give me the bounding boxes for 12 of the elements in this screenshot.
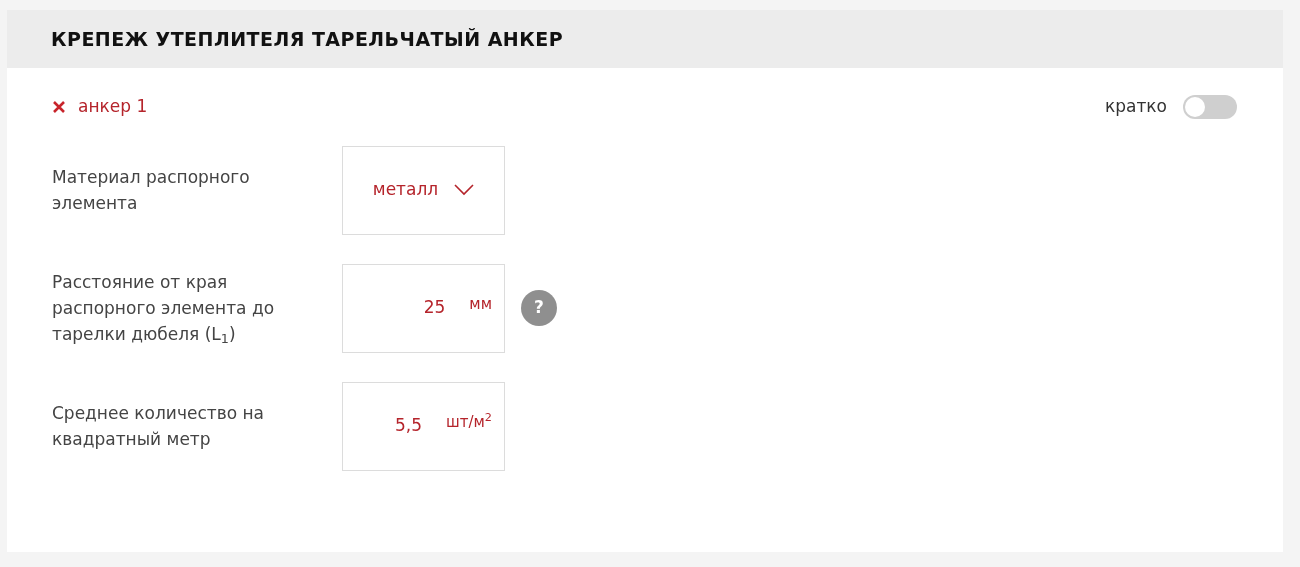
number-field[interactable]: 5,5 шт/м$^{2}$ xyxy=(342,381,505,471)
field-label: Расстояние от края распорного элемента до тарелки дюбеля (L$_{1}$) xyxy=(52,271,276,347)
field-label: Материал распорного элемента xyxy=(52,166,251,215)
material-select[interactable]: металл xyxy=(342,145,505,235)
brief-label: кратко xyxy=(1104,95,1167,118)
brief-toggle[interactable] xyxy=(1183,94,1237,119)
field-label: Среднее количество на квадратный метр xyxy=(52,402,265,451)
chevron-down-icon xyxy=(454,184,475,196)
remove-anchor-button[interactable]: анкер 1 xyxy=(52,94,148,120)
close-icon xyxy=(52,99,66,114)
section-title: КРЕПЕЖ УТЕПЛИТЕЛЯ ТАРЕЛЬЧАТЫЙ АНКЕР xyxy=(51,26,564,52)
number-field[interactable]: 25 мм xyxy=(342,263,505,353)
